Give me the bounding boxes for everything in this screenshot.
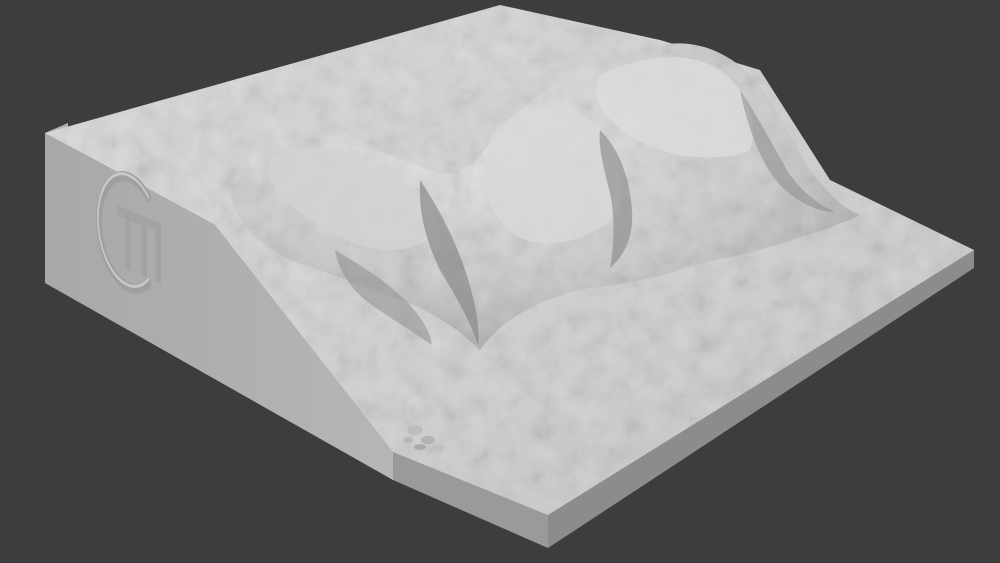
terrain-scene[interactable] [0, 0, 1000, 563]
logo-stem-3 [155, 231, 162, 284]
3d-viewport[interactable] [0, 0, 1000, 563]
logo-stem-2 [141, 225, 148, 278]
rubble-stone [432, 444, 444, 452]
rubble-stone [403, 437, 413, 443]
rubble-stone [414, 444, 426, 450]
rubble-stone [407, 425, 423, 435]
logo-stem-1 [125, 218, 131, 272]
rubble-stone [421, 436, 435, 444]
